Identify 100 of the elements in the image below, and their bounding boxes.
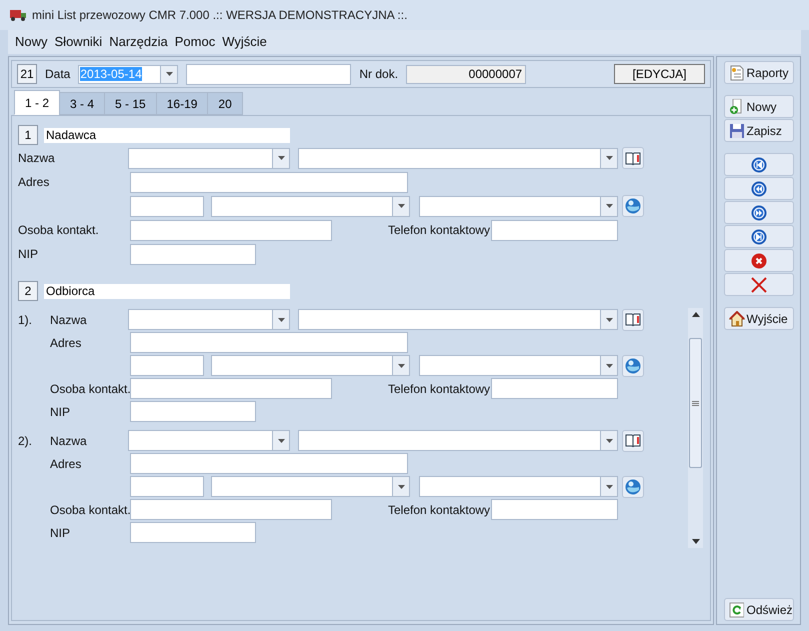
- globe-icon: [625, 198, 641, 214]
- dropdown-arrow-icon: [606, 318, 612, 322]
- text-field[interactable]: [130, 499, 332, 520]
- grip-icon: [692, 400, 699, 406]
- refresh-button[interactable]: Odśwież: [724, 598, 794, 621]
- combo-box[interactable]: [211, 196, 410, 216]
- text-field[interactable]: [130, 220, 332, 240]
- refresh-icon: [728, 602, 744, 618]
- combo-box[interactable]: [128, 430, 290, 451]
- menu-item[interactable]: Słowniki: [52, 32, 106, 52]
- text-field[interactable]: [130, 355, 204, 376]
- menu-item[interactable]: Pomoc: [172, 32, 218, 52]
- text-field[interactable]: [130, 378, 332, 399]
- tab[interactable]: 3 - 4: [59, 92, 106, 115]
- section-number: 2: [18, 281, 38, 301]
- field-label: NIP: [50, 404, 72, 420]
- field-label: Adres: [50, 456, 82, 472]
- cancel-button[interactable]: [724, 273, 794, 296]
- exit-button[interactable]: Wyjście: [724, 307, 794, 330]
- menu-item[interactable]: Nowy: [12, 32, 51, 52]
- book-icon: [625, 313, 641, 326]
- report-icon: [728, 64, 744, 80]
- mode-indicator: [EDYCJA]: [614, 64, 705, 84]
- combo-box[interactable]: [211, 476, 410, 497]
- field-label: Nazwa: [18, 150, 56, 167]
- field-label: Osoba kontakt.: [50, 502, 128, 518]
- new-button[interactable]: Nowy: [724, 95, 794, 118]
- field-label: Adres: [18, 174, 50, 191]
- text-field[interactable]: [130, 453, 408, 474]
- next-record-button[interactable]: [724, 201, 794, 224]
- globe-button[interactable]: [622, 195, 644, 217]
- field-label: Nazwa: [50, 432, 88, 450]
- combo-box[interactable]: [419, 355, 618, 376]
- section-number: 1: [18, 125, 38, 145]
- delete-button[interactable]: [724, 249, 794, 272]
- date-label: Data: [45, 66, 70, 83]
- combo-box[interactable]: [128, 148, 290, 168]
- previous-record-button[interactable]: [724, 177, 794, 200]
- dropdown-arrow-icon: [398, 204, 404, 208]
- text-field[interactable]: [130, 196, 204, 216]
- globe-button[interactable]: [622, 354, 644, 376]
- previous-record-icon: [750, 180, 766, 196]
- text-field[interactable]: [491, 220, 618, 240]
- text-field[interactable]: [491, 499, 618, 520]
- address-book-button[interactable]: [622, 147, 644, 169]
- combo-box[interactable]: [419, 476, 618, 497]
- dropdown-arrow-icon: [278, 156, 284, 160]
- combo-box[interactable]: [128, 309, 290, 330]
- text-field[interactable]: [130, 476, 204, 497]
- tab[interactable]: 16-19: [156, 92, 208, 115]
- tab[interactable]: 20: [207, 92, 243, 115]
- entry-number: 2).: [18, 432, 34, 450]
- scrollbar-thumb[interactable]: [689, 338, 702, 468]
- tab[interactable]: 1 - 2: [14, 90, 60, 115]
- entry-number: 1).: [18, 312, 34, 328]
- field-label: Osoba kontakt.: [50, 380, 128, 398]
- text-field[interactable]: [130, 332, 408, 353]
- document-number-field: 00000007: [406, 64, 526, 84]
- first-record-button[interactable]: [724, 153, 794, 176]
- dropdown-arrow-icon: [278, 438, 284, 442]
- text-field[interactable]: [130, 172, 408, 192]
- menu-item[interactable]: Wyjście: [219, 32, 270, 52]
- truck-icon: [10, 10, 26, 20]
- combo-box[interactable]: [211, 355, 410, 376]
- field-label: Osoba kontakt.: [18, 222, 100, 239]
- first-record-icon: [750, 156, 766, 172]
- last-record-button[interactable]: [724, 225, 794, 248]
- text-field[interactable]: [130, 401, 256, 422]
- text-field[interactable]: [130, 244, 256, 264]
- book-icon: [625, 434, 641, 447]
- address-book-button[interactable]: [622, 430, 644, 452]
- tab[interactable]: 5 - 15: [104, 92, 157, 115]
- last-record-icon: [750, 228, 766, 244]
- field-label: Telefon kontaktowy: [388, 380, 491, 398]
- book-icon: [625, 152, 641, 164]
- field-label: NIP: [18, 246, 40, 263]
- dropdown-arrow-icon: [278, 318, 284, 322]
- globe-icon: [625, 478, 641, 494]
- reports-button[interactable]: Raporty: [724, 61, 794, 84]
- new-document-icon: [728, 98, 744, 114]
- menu-item[interactable]: Narzędzia: [106, 32, 171, 52]
- dropdown-arrow-icon: [166, 72, 173, 76]
- close-icon: [750, 276, 766, 292]
- section-title: Odbiorca: [44, 284, 290, 298]
- text-field[interactable]: [186, 64, 352, 84]
- globe-button[interactable]: [622, 476, 644, 498]
- dropdown-arrow-icon: [398, 484, 404, 488]
- window-title: mini List przewozowy CMR 7.000 .:: WERSJA DEMONSTRACYJNA ::.: [32, 7, 408, 24]
- field-label: Telefon kontaktowy: [388, 222, 491, 239]
- field-label: Nazwa: [50, 312, 88, 328]
- globe-icon: [625, 358, 641, 374]
- address-book-button[interactable]: [622, 308, 644, 330]
- combo-box[interactable]: [419, 196, 618, 216]
- text-field[interactable]: [491, 378, 618, 399]
- form-number: 21: [17, 64, 37, 84]
- dropdown-arrow-icon: [606, 156, 612, 160]
- dropdown-arrow-icon: [398, 364, 404, 368]
- save-button[interactable]: Zapisz: [724, 119, 794, 142]
- text-field[interactable]: [130, 522, 256, 543]
- scrollbar[interactable]: [688, 308, 703, 548]
